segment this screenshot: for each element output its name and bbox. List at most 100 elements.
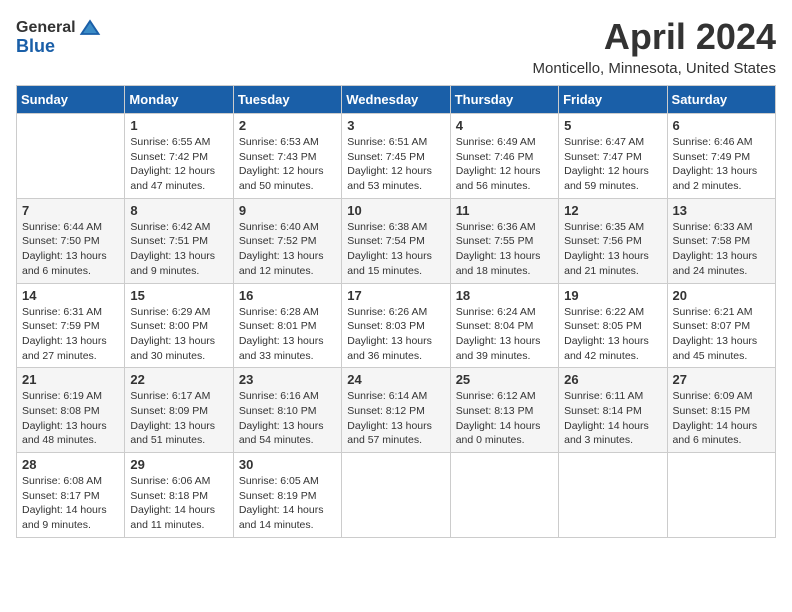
weekday-header-friday: Friday — [559, 86, 667, 114]
day-number: 12 — [564, 203, 661, 218]
day-number: 23 — [239, 372, 336, 387]
day-info: Sunrise: 6:31 AM Sunset: 7:59 PM Dayligh… — [22, 305, 119, 364]
calendar-cell: 27Sunrise: 6:09 AM Sunset: 8:15 PM Dayli… — [667, 368, 775, 453]
day-info: Sunrise: 6:05 AM Sunset: 8:19 PM Dayligh… — [239, 474, 336, 533]
week-row-2: 7 Sunrise: 6:44 AM Sunset: 7:50 PM Daylig… — [17, 198, 776, 283]
calendar-cell — [342, 453, 450, 538]
day-info: Sunrise: 6:51 AM Sunset: 7:45 PM Dayligh… — [347, 135, 444, 194]
calendar-cell: 30 Sunrise: 6:05 AM Sunset: 8:19 PM Dayli… — [233, 453, 341, 538]
day-number: 9 — [239, 203, 336, 218]
day-number: 29 — [130, 457, 227, 472]
day-info: Sunrise: 6:42 AM Sunset: 7:51 PM Dayligh… — [130, 220, 227, 279]
calendar-cell: 17Sunrise: 6:26 AM Sunset: 8:03 PM Dayli… — [342, 283, 450, 368]
day-info: Sunrise: 6:35 AM Sunset: 7:56 PM Dayligh… — [564, 220, 661, 279]
calendar-cell: 3 Sunrise: 6:51 AM Sunset: 7:45 PM Daylig… — [342, 114, 450, 199]
week-row-5: 28 Sunrise: 6:08 AM Sunset: 8:17 PM Dayli… — [17, 453, 776, 538]
calendar-cell: 8 Sunrise: 6:42 AM Sunset: 7:51 PM Daylig… — [125, 198, 233, 283]
day-number: 3 — [347, 118, 444, 133]
day-info: Sunrise: 6:26 AM Sunset: 8:03 PM Dayligh… — [347, 305, 444, 364]
logo: General Blue — [16, 16, 102, 57]
day-info: Sunrise: 6:44 AM Sunset: 7:50 PM Dayligh… — [22, 220, 119, 279]
calendar-cell: 19 Sunrise: 6:22 AM Sunset: 8:05 PM Dayli… — [559, 283, 667, 368]
weekday-header-sunday: Sunday — [17, 86, 125, 114]
calendar-cell: 21 Sunrise: 6:19 AM Sunset: 8:08 PM Dayli… — [17, 368, 125, 453]
weekday-header-tuesday: Tuesday — [233, 86, 341, 114]
day-number: 5 — [564, 118, 661, 133]
month-title: April 2024 — [533, 16, 776, 58]
weekday-header-thursday: Thursday — [450, 86, 558, 114]
page-header: General Blue April 2024 Monticello, Minn… — [16, 16, 776, 77]
calendar-cell: 22Sunrise: 6:17 AM Sunset: 8:09 PM Dayli… — [125, 368, 233, 453]
day-number: 21 — [22, 372, 119, 387]
day-number: 20 — [673, 288, 770, 303]
day-number: 4 — [456, 118, 553, 133]
calendar-cell: 7 Sunrise: 6:44 AM Sunset: 7:50 PM Daylig… — [17, 198, 125, 283]
calendar-cell: 16 Sunrise: 6:28 AM Sunset: 8:01 PM Dayli… — [233, 283, 341, 368]
calendar-cell: 24Sunrise: 6:14 AM Sunset: 8:12 PM Dayli… — [342, 368, 450, 453]
day-info: Sunrise: 6:38 AM Sunset: 7:54 PM Dayligh… — [347, 220, 444, 279]
location: Monticello, Minnesota, United States — [533, 60, 776, 77]
day-info: Sunrise: 6:12 AM Sunset: 8:13 PM Dayligh… — [456, 389, 553, 448]
day-number: 25 — [456, 372, 553, 387]
day-number: 13 — [673, 203, 770, 218]
day-info: Sunrise: 6:33 AM Sunset: 7:58 PM Dayligh… — [673, 220, 770, 279]
day-info: Sunrise: 6:46 AM Sunset: 7:49 PM Dayligh… — [673, 135, 770, 194]
calendar-cell: 12 Sunrise: 6:35 AM Sunset: 7:56 PM Dayli… — [559, 198, 667, 283]
calendar-cell: 13 Sunrise: 6:33 AM Sunset: 7:58 PM Dayli… — [667, 198, 775, 283]
calendar-cell: 1 Sunrise: 6:55 AM Sunset: 7:42 PM Daylig… — [125, 114, 233, 199]
logo-icon — [78, 16, 102, 40]
calendar-cell: 6Sunrise: 6:46 AM Sunset: 7:49 PM Daylig… — [667, 114, 775, 199]
day-number: 2 — [239, 118, 336, 133]
calendar-cell: 15Sunrise: 6:29 AM Sunset: 8:00 PM Dayli… — [125, 283, 233, 368]
day-number: 30 — [239, 457, 336, 472]
day-number: 8 — [130, 203, 227, 218]
calendar-cell: 29 Sunrise: 6:06 AM Sunset: 8:18 PM Dayli… — [125, 453, 233, 538]
day-number: 28 — [22, 457, 119, 472]
day-number: 14 — [22, 288, 119, 303]
title-block: April 2024 Monticello, Minnesota, United… — [533, 16, 776, 77]
calendar-cell: 18Sunrise: 6:24 AM Sunset: 8:04 PM Dayli… — [450, 283, 558, 368]
calendar-cell: 28 Sunrise: 6:08 AM Sunset: 8:17 PM Dayli… — [17, 453, 125, 538]
weekday-header-wednesday: Wednesday — [342, 86, 450, 114]
day-info: Sunrise: 6:53 AM Sunset: 7:43 PM Dayligh… — [239, 135, 336, 194]
day-info: Sunrise: 6:28 AM Sunset: 8:01 PM Dayligh… — [239, 305, 336, 364]
week-row-4: 21 Sunrise: 6:19 AM Sunset: 8:08 PM Dayli… — [17, 368, 776, 453]
calendar-cell — [559, 453, 667, 538]
day-info: Sunrise: 6:08 AM Sunset: 8:17 PM Dayligh… — [22, 474, 119, 533]
day-number: 22 — [130, 372, 227, 387]
day-info: Sunrise: 6:16 AM Sunset: 8:10 PM Dayligh… — [239, 389, 336, 448]
day-number: 10 — [347, 203, 444, 218]
day-info: Sunrise: 6:55 AM Sunset: 7:42 PM Dayligh… — [130, 135, 227, 194]
calendar-cell: 11 Sunrise: 6:36 AM Sunset: 7:55 PM Dayli… — [450, 198, 558, 283]
day-number: 11 — [456, 203, 553, 218]
day-info: Sunrise: 6:21 AM Sunset: 8:07 PM Dayligh… — [673, 305, 770, 364]
week-row-3: 14 Sunrise: 6:31 AM Sunset: 7:59 PM Dayli… — [17, 283, 776, 368]
day-info: Sunrise: 6:40 AM Sunset: 7:52 PM Dayligh… — [239, 220, 336, 279]
day-info: Sunrise: 6:47 AM Sunset: 7:47 PM Dayligh… — [564, 135, 661, 194]
day-number: 16 — [239, 288, 336, 303]
day-number: 15 — [130, 288, 227, 303]
day-info: Sunrise: 6:11 AM Sunset: 8:14 PM Dayligh… — [564, 389, 661, 448]
calendar-cell — [667, 453, 775, 538]
calendar-table: SundayMondayTuesdayWednesdayThursdayFrid… — [16, 85, 776, 538]
calendar-cell: 25 Sunrise: 6:12 AM Sunset: 8:13 PM Dayli… — [450, 368, 558, 453]
calendar-cell: 5 Sunrise: 6:47 AM Sunset: 7:47 PM Daylig… — [559, 114, 667, 199]
day-info: Sunrise: 6:19 AM Sunset: 8:08 PM Dayligh… — [22, 389, 119, 448]
day-info: Sunrise: 6:22 AM Sunset: 8:05 PM Dayligh… — [564, 305, 661, 364]
day-info: Sunrise: 6:49 AM Sunset: 7:46 PM Dayligh… — [456, 135, 553, 194]
calendar-cell — [17, 114, 125, 199]
day-info: Sunrise: 6:36 AM Sunset: 7:55 PM Dayligh… — [456, 220, 553, 279]
day-number: 26 — [564, 372, 661, 387]
day-number: 18 — [456, 288, 553, 303]
day-number: 1 — [130, 118, 227, 133]
day-number: 19 — [564, 288, 661, 303]
day-number: 7 — [22, 203, 119, 218]
calendar-cell: 2 Sunrise: 6:53 AM Sunset: 7:43 PM Daylig… — [233, 114, 341, 199]
calendar-cell: 9 Sunrise: 6:40 AM Sunset: 7:52 PM Daylig… — [233, 198, 341, 283]
weekday-header-monday: Monday — [125, 86, 233, 114]
day-number: 24 — [347, 372, 444, 387]
day-info: Sunrise: 6:06 AM Sunset: 8:18 PM Dayligh… — [130, 474, 227, 533]
calendar-cell: 4 Sunrise: 6:49 AM Sunset: 7:46 PM Daylig… — [450, 114, 558, 199]
calendar-cell: 20 Sunrise: 6:21 AM Sunset: 8:07 PM Dayli… — [667, 283, 775, 368]
day-info: Sunrise: 6:09 AM Sunset: 8:15 PM Dayligh… — [673, 389, 770, 448]
